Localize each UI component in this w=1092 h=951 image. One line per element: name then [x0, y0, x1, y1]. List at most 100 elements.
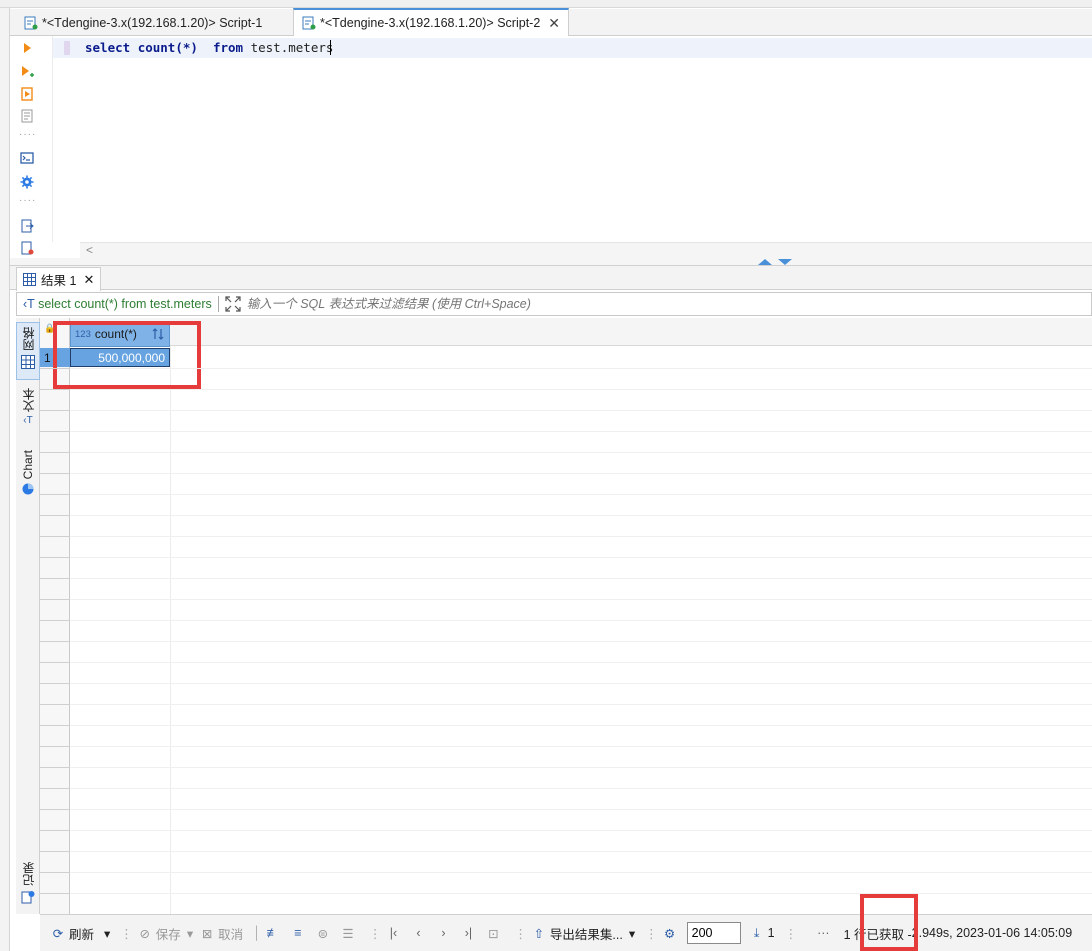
row-separator	[70, 746, 1092, 747]
row-separator	[70, 473, 1092, 474]
grid-view-label: 网格	[21, 327, 36, 351]
text-view-label: 文本	[21, 388, 36, 412]
maximize-editor-icon[interactable]	[758, 259, 772, 265]
tab-results-1[interactable]: 结果 1 ✕	[16, 267, 102, 291]
tab-script-1[interactable]: *<Tdengine-3.x(192.168.1.20)> Script-1	[16, 9, 270, 36]
fetch-next-button[interactable]: ⤓ 1	[749, 925, 775, 941]
delete-row-icon: ☰	[342, 926, 354, 941]
new-script-icon[interactable]	[19, 240, 35, 256]
results-tab-label: 结果 1	[41, 274, 77, 288]
row-separator	[70, 893, 1092, 894]
active-query-label: ‹T select count(*) from test.meters	[23, 297, 212, 311]
first-page-button[interactable]: |‹	[385, 925, 404, 941]
toolbar-separator: ⋮	[784, 926, 798, 941]
script-tab-bar: *<Tdengine-3.x(192.168.1.20)> Script-1 *…	[10, 8, 1092, 36]
result-grid[interactable]: 🔒 123 count(*) 1 500,000,000	[40, 318, 1092, 914]
query-duration: 2.949s	[911, 926, 950, 940]
query-timestamp: , 2023-01-06 14:05:09	[949, 926, 1073, 940]
export-button[interactable]: ⇧ 导出结果集...	[531, 924, 623, 943]
close-icon[interactable]: ✕	[548, 15, 560, 32]
row-separator	[40, 431, 70, 432]
row-separator	[40, 725, 70, 726]
copy-row-button[interactable]: ⊜	[315, 925, 334, 941]
row-separator	[70, 620, 1092, 621]
edit-row-button[interactable]: ≢	[265, 925, 284, 941]
export-dropdown[interactable]: ▾	[629, 926, 635, 941]
add-row-button[interactable]: ≡	[290, 925, 309, 941]
row-separator	[40, 515, 70, 516]
row-separator	[40, 410, 70, 411]
terminal-icon[interactable]	[19, 150, 35, 166]
tab-chart-view[interactable]: Chart	[16, 450, 40, 506]
row-separator	[70, 809, 1092, 810]
grid-icon	[23, 273, 36, 286]
tab-script-2[interactable]: *<Tdengine-3.x(192.168.1.20)> Script-2 ✕	[293, 8, 570, 36]
row-separator	[70, 599, 1092, 600]
row-separator	[40, 893, 70, 894]
tab-record-view[interactable]: 记录	[16, 862, 40, 910]
close-icon[interactable]: ✕	[83, 272, 94, 288]
sql-table-name: test.meters	[250, 40, 334, 55]
row-separator	[40, 704, 70, 705]
editor-horizontal-scrollbar[interactable]: <	[80, 242, 1092, 258]
pie-chart-icon	[22, 483, 34, 495]
row-separator	[40, 473, 70, 474]
delete-row-button[interactable]: ☰	[340, 925, 359, 941]
sql-script-icon	[24, 16, 38, 29]
scroll-left-icon[interactable]: <	[86, 243, 93, 257]
save-dropdown[interactable]: ▾	[187, 926, 193, 941]
next-page-button[interactable]: ›	[435, 925, 454, 941]
maximize-results-icon[interactable]	[778, 259, 792, 265]
row-separator	[70, 515, 1092, 516]
row-separator	[40, 683, 70, 684]
results-tab-bar: 结果 1 ✕	[10, 266, 1092, 291]
explain-plan-icon[interactable]	[19, 108, 35, 124]
row-number[interactable]: 1	[40, 348, 70, 367]
chevron-down-icon: ▾	[104, 926, 111, 941]
sort-icon[interactable]	[151, 327, 165, 341]
sql-script-icon	[302, 16, 316, 30]
expand-filter-icon[interactable]	[225, 296, 241, 312]
first-page-icon: |‹	[389, 926, 398, 940]
fetch-info-label: 1 行已获取 -	[843, 927, 912, 942]
statement-marker	[64, 41, 70, 55]
column-header-count[interactable]: 123 count(*)	[70, 321, 170, 347]
result-cell[interactable]: 500,000,000	[70, 348, 170, 367]
execute-new-tab-icon[interactable]	[19, 64, 35, 80]
row-separator	[70, 683, 1092, 684]
row-separator	[70, 725, 1092, 726]
filter-input[interactable]	[246, 297, 747, 311]
copy-row-icon: ⊜	[317, 926, 329, 941]
execute-script-icon[interactable]	[19, 86, 35, 102]
cancel-button[interactable]: ⊠ 取消	[199, 924, 243, 943]
more-options[interactable]: ···	[817, 926, 830, 940]
tab-grid-view[interactable]: 网格	[16, 322, 40, 380]
row-separator	[70, 830, 1092, 831]
fetch-all-button[interactable]: ⊡	[485, 925, 504, 941]
last-page-button[interactable]: ›|	[460, 925, 479, 941]
filter-divider	[217, 296, 219, 312]
tab-label: *<Tdengine-3.x(192.168.1.20)> Script-1	[42, 15, 263, 30]
result-view-tabs: 网格 文本 ‹T Chart 记录	[16, 318, 40, 914]
prev-page-button[interactable]: ‹	[410, 925, 429, 941]
fetch-size-input[interactable]	[686, 922, 741, 944]
refresh-button[interactable]: ⟳ 刷新	[50, 924, 94, 943]
row-separator	[70, 389, 1092, 390]
sql-statement[interactable]: select count(*) from test.meters	[85, 40, 333, 55]
row-separator	[70, 788, 1092, 789]
left-edge-panel	[0, 8, 10, 951]
tab-text-view[interactable]: 文本 ‹T	[16, 388, 40, 438]
grid-icon	[21, 355, 35, 369]
row-separator	[70, 431, 1092, 432]
refresh-dropdown[interactable]: ▾	[104, 926, 110, 941]
gear-icon[interactable]	[19, 174, 35, 190]
execute-statement-icon[interactable]	[19, 40, 35, 56]
toolbar-separator: ⋮	[645, 926, 658, 941]
save-button[interactable]: ⊘ 保存	[137, 924, 181, 943]
fetch-settings-button[interactable]: ⚙	[662, 925, 681, 941]
export-script-icon[interactable]	[19, 218, 35, 234]
sql-editor[interactable]: select count(*) from test.meters	[52, 36, 1092, 242]
editor-results-splitter[interactable]	[10, 258, 1092, 266]
row-separator	[70, 557, 1092, 558]
row-separator	[40, 746, 70, 747]
